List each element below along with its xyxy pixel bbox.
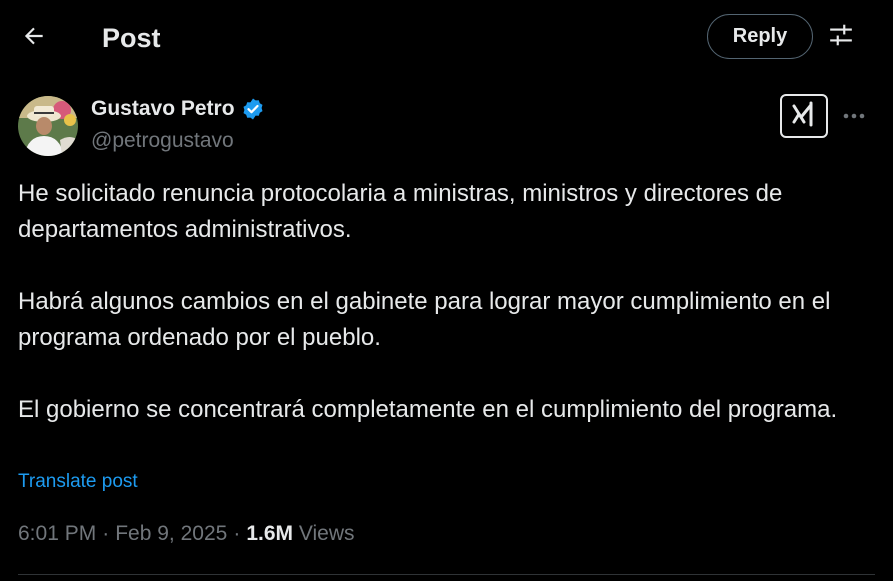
- author-name-text: Gustavo Petro: [91, 97, 235, 120]
- avatar-image: [18, 96, 78, 156]
- arrow-left-icon: [21, 23, 47, 54]
- post-paragraph: Habrá algunos cambios en el gabinete par…: [18, 288, 831, 351]
- post-text: He solicitado renuncia protocolaria a mi…: [18, 176, 878, 428]
- post-paragraph: He solicitado renuncia protocolaria a mi…: [18, 180, 783, 243]
- sliders-icon: [828, 22, 854, 53]
- page-title: Post: [102, 23, 161, 53]
- author-handle[interactable]: @petrogustavo: [91, 128, 234, 154]
- more-dots-icon: [842, 107, 866, 125]
- reply-button[interactable]: Reply: [707, 14, 813, 59]
- grok-button[interactable]: [780, 94, 828, 138]
- meta-separator: ·: [102, 522, 110, 545]
- author-name[interactable]: Gustavo Petro: [91, 96, 265, 122]
- avatar[interactable]: [18, 96, 78, 156]
- more-options-button[interactable]: [836, 100, 872, 132]
- post-time[interactable]: 6:01 PM: [18, 522, 96, 545]
- translate-post-link[interactable]: Translate post: [18, 470, 138, 494]
- post-paragraph: El gobierno se concentrará completamente…: [18, 396, 838, 423]
- grok-icon: [790, 100, 818, 133]
- views-count: 1.6M: [246, 522, 293, 545]
- divider: [18, 574, 875, 575]
- verified-badge-icon: [241, 97, 265, 121]
- meta-separator: ·: [233, 522, 241, 545]
- post-date[interactable]: Feb 9, 2025: [115, 522, 227, 545]
- settings-button[interactable]: [822, 18, 860, 56]
- back-button[interactable]: [14, 18, 54, 58]
- views-label: Views: [298, 522, 355, 545]
- post-metadata: 6:01 PM · Feb 9, 2025 · 1.6M Views: [18, 520, 354, 548]
